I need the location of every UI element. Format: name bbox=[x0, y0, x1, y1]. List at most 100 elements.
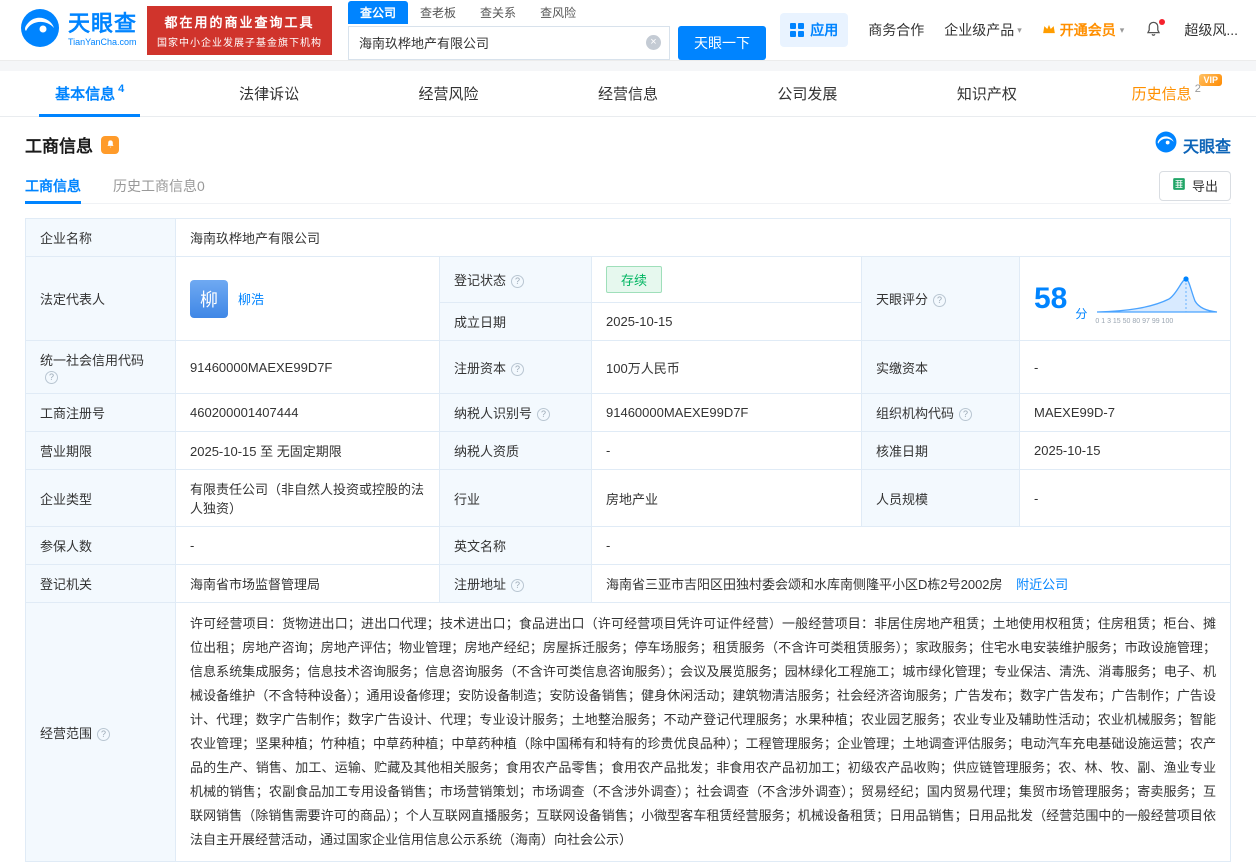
tab-operating-risk[interactable]: 经营风险 bbox=[359, 71, 538, 116]
tab-label: 经营风险 bbox=[419, 83, 479, 104]
staff-size-value: - bbox=[1020, 470, 1231, 527]
field-label: 统一社会信用代码? bbox=[26, 341, 176, 394]
nav-enterprise-products[interactable]: 企业级产品 ▾ bbox=[944, 20, 1022, 40]
tab-company-development[interactable]: 公司发展 bbox=[718, 71, 897, 116]
legal-rep-cell: 柳 柳浩 bbox=[176, 257, 440, 341]
field-label: 实缴资本 bbox=[862, 341, 1020, 394]
field-label: 人员规模 bbox=[862, 470, 1020, 527]
help-icon[interactable]: ? bbox=[45, 371, 58, 384]
company-name-value: 海南玖桦地产有限公司 bbox=[176, 219, 1231, 257]
export-label: 导出 bbox=[1192, 176, 1218, 195]
tab-label: 经营信息 bbox=[598, 83, 658, 104]
search-button[interactable]: 天眼一下 bbox=[678, 26, 766, 60]
field-label: 法定代表人 bbox=[26, 257, 176, 341]
help-icon[interactable]: ? bbox=[537, 408, 550, 421]
tab-label: 法律诉讼 bbox=[239, 83, 299, 104]
search-tabs: 查公司 查老板 查关系 查风险 bbox=[348, 1, 766, 24]
chevron-down-icon: ▾ bbox=[1017, 25, 1022, 36]
search-tab-boss[interactable]: 查老板 bbox=[408, 1, 468, 24]
search-box: × bbox=[348, 26, 670, 60]
logo-name: 天眼查 bbox=[68, 13, 137, 35]
subtab-history-business-info[interactable]: 历史工商信息0 bbox=[113, 168, 205, 203]
tab-label: 历史信息 bbox=[1132, 83, 1192, 104]
org-code-value: MAEXE99D-7 bbox=[1020, 394, 1231, 432]
tab-history-info[interactable]: 历史信息 2 VIP bbox=[1077, 71, 1256, 116]
field-label: 工商注册号 bbox=[26, 394, 176, 432]
tab-intellectual-property[interactable]: 知识产权 bbox=[897, 71, 1076, 116]
field-label: 英文名称 bbox=[440, 527, 592, 565]
reg-address-cell: 海南省三亚市吉阳区田独村委会颂和水库南侧隆平小区D栋2号2002房 附近公司 bbox=[592, 565, 1231, 603]
tianyancha-watermark-icon bbox=[1155, 131, 1177, 158]
score-unit: 分 bbox=[1075, 305, 1087, 322]
nav-apps[interactable]: 应用 bbox=[780, 13, 848, 47]
field-label: 核准日期 bbox=[862, 432, 1020, 470]
help-icon[interactable]: ? bbox=[511, 363, 524, 376]
nav-business-cooperation[interactable]: 商务合作 bbox=[868, 20, 924, 40]
field-label: 纳税人资质 bbox=[440, 432, 592, 470]
help-icon[interactable]: ? bbox=[511, 579, 524, 592]
legal-rep-avatar[interactable]: 柳 bbox=[190, 280, 228, 318]
field-label: 天眼评分? bbox=[862, 257, 1020, 341]
search-tab-risk[interactable]: 查风险 bbox=[528, 1, 588, 24]
help-icon[interactable]: ? bbox=[511, 275, 524, 288]
nav-apps-label: 应用 bbox=[810, 20, 838, 40]
reg-authority-value: 海南省市场监督管理局 bbox=[176, 565, 440, 603]
field-label: 参保人数 bbox=[26, 527, 176, 565]
establish-date-value: 2025-10-15 bbox=[592, 303, 862, 341]
field-label: 注册地址? bbox=[440, 565, 592, 603]
business-info-table: 企业名称 海南玖桦地产有限公司 法定代表人 柳 柳浩 登记状态? 存续 天眼评分… bbox=[25, 218, 1231, 862]
table-row: 企业名称 海南玖桦地产有限公司 bbox=[26, 219, 1231, 257]
nav-open-membership[interactable]: 开通会员 ▾ bbox=[1042, 20, 1125, 40]
tab-business-info[interactable]: 经营信息 bbox=[538, 71, 717, 116]
table-row: 登记机关 海南省市场监督管理局 注册地址? 海南省三亚市吉阳区田独村委会颂和水库… bbox=[26, 565, 1231, 603]
credit-code-value: 91460000MAEXE99D7F bbox=[176, 341, 440, 394]
reg-address-value: 海南省三亚市吉阳区田独村委会颂和水库南侧隆平小区D栋2号2002房 bbox=[606, 577, 1003, 592]
approval-date-value: 2025-10-15 bbox=[1020, 432, 1231, 470]
tab-label: 知识产权 bbox=[957, 83, 1017, 104]
search-tab-company[interactable]: 查公司 bbox=[348, 1, 408, 24]
score-cell[interactable]: 58 分 0 1 3 15 50 80 97 99 100 bbox=[1020, 257, 1231, 341]
tab-basic-info[interactable]: 基本信息 4 bbox=[0, 71, 179, 116]
table-row: 经营范围? 许可经营项目：货物进出口；进出口代理；技术进出口；食品进出口（许可经… bbox=[26, 603, 1231, 862]
table-row: 参保人数 - 英文名称 - bbox=[26, 527, 1231, 565]
search-tab-relation[interactable]: 查关系 bbox=[468, 1, 528, 24]
logo-domain: TianYanCha.com bbox=[68, 38, 137, 47]
tab-legal-proceedings[interactable]: 法律诉讼 bbox=[179, 71, 358, 116]
field-label: 组织机构代码? bbox=[862, 394, 1020, 432]
clear-search-icon[interactable]: × bbox=[646, 35, 661, 50]
tianyancha-logo[interactable]: 天眼查 TianYanCha.com bbox=[20, 8, 137, 53]
help-icon[interactable]: ? bbox=[959, 408, 972, 421]
banner-line2: 国家中小企业发展子基金旗下机构 bbox=[157, 34, 322, 49]
insured-count-value: - bbox=[176, 527, 440, 565]
search-input[interactable] bbox=[349, 27, 646, 59]
export-button[interactable]: 导出 bbox=[1159, 171, 1231, 201]
reg-status-cell: 存续 bbox=[592, 257, 862, 303]
field-label: 企业类型 bbox=[26, 470, 176, 527]
field-label: 注册资本? bbox=[440, 341, 592, 394]
header-nav: 应用 商务合作 企业级产品 ▾ 开通会员 ▾ 超级风... bbox=[780, 13, 1238, 47]
search-area: 查公司 查老板 查关系 查风险 × 天眼一下 bbox=[348, 1, 766, 60]
notification-bell-icon[interactable] bbox=[1144, 20, 1164, 40]
nearby-companies-link[interactable]: 附近公司 bbox=[1016, 577, 1068, 592]
table-row: 统一社会信用代码? 91460000MAEXE99D7F 注册资本? 100万人… bbox=[26, 341, 1231, 394]
nav-enterprise-label: 企业级产品 bbox=[944, 20, 1014, 40]
industry-value: 房地产业 bbox=[592, 470, 862, 527]
chevron-down-icon: ▾ bbox=[1120, 25, 1125, 36]
help-icon[interactable]: ? bbox=[97, 728, 110, 741]
header-divider bbox=[0, 60, 1256, 71]
subtab-business-info[interactable]: 工商信息 bbox=[25, 168, 81, 203]
score-axis-ticks: 0 1 3 15 50 80 97 99 100 bbox=[1095, 318, 1219, 325]
table-row: 工商注册号 460200001407444 纳税人识别号? 91460000MA… bbox=[26, 394, 1231, 432]
score-chart: 0 1 3 15 50 80 97 99 100 bbox=[1095, 272, 1219, 325]
help-icon[interactable]: ? bbox=[933, 294, 946, 307]
tianyancha-watermark: 天眼查 bbox=[1155, 131, 1231, 158]
monitor-bell-icon[interactable] bbox=[101, 136, 119, 154]
field-label: 成立日期 bbox=[440, 303, 592, 341]
field-label: 行业 bbox=[440, 470, 592, 527]
field-label: 经营范围? bbox=[26, 603, 176, 862]
watermark-text: 天眼查 bbox=[1183, 133, 1231, 157]
nav-super-risk[interactable]: 超级风... bbox=[1184, 20, 1238, 40]
table-row: 法定代表人 柳 柳浩 登记状态? 存续 天眼评分? 58 分 bbox=[26, 257, 1231, 303]
tab-label: 公司发展 bbox=[777, 83, 837, 104]
legal-rep-link[interactable]: 柳浩 bbox=[238, 289, 264, 308]
